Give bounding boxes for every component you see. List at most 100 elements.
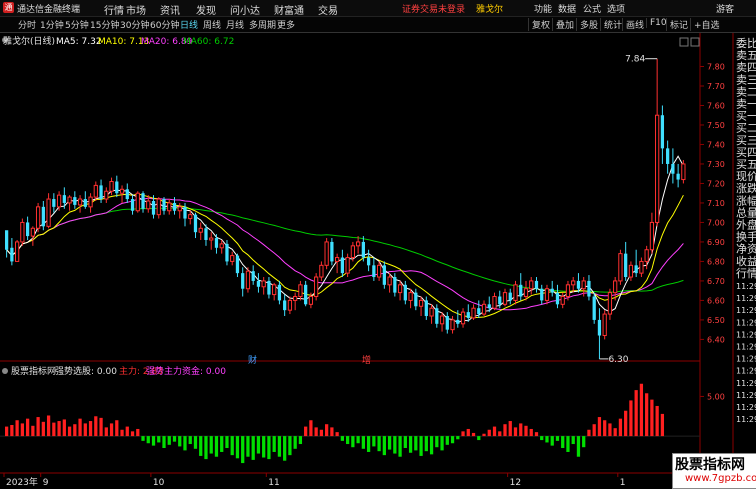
candle — [393, 273, 397, 297]
candle-body — [456, 319, 460, 324]
indicator-bar — [498, 431, 502, 437]
menu-market[interactable]: 市场 — [126, 2, 146, 17]
user-guest[interactable]: 游客 — [716, 2, 734, 15]
indicator-bar — [613, 428, 617, 437]
button-f10[interactable]: F10 — [646, 18, 667, 28]
period-weekly[interactable]: 周线 — [203, 18, 221, 31]
event-marker-increase[interactable]: 增 — [362, 354, 371, 366]
login-notice[interactable]: 证券交易未登录 — [402, 2, 465, 15]
candle-body — [607, 292, 613, 315]
candle-body — [314, 276, 319, 298]
indicator-bar — [650, 399, 654, 437]
button-overlay[interactable]: 叠加 — [552, 18, 574, 31]
candle-body — [387, 276, 392, 286]
candle-body — [534, 280, 539, 289]
candle-body — [540, 288, 544, 301]
candle — [408, 288, 413, 309]
button-adjust[interactable]: 复权 — [528, 18, 550, 31]
period-30min[interactable]: 30分钟 — [120, 18, 149, 31]
period-monthly[interactable]: 月线 — [226, 18, 244, 31]
period-multi[interactable]: 多周期 — [249, 18, 276, 31]
menu-quotes[interactable]: 行情 — [104, 2, 124, 17]
indicator-bar — [450, 436, 455, 444]
high-price-label: 7.84 — [625, 55, 645, 65]
candle — [372, 257, 376, 281]
menu-data[interactable]: 数据 — [558, 2, 576, 15]
indicator-bar — [576, 436, 581, 457]
indicator-bar — [345, 436, 350, 445]
kline-chart[interactable]: 雅戈尔(日线) MA5: 7.32 MA10: 7.13 MA20: 6.89 … — [0, 33, 756, 487]
button-add-watchlist[interactable]: +自选 — [690, 18, 720, 31]
period-daily[interactable]: 日线 — [180, 18, 198, 31]
period-timeshare[interactable]: 分时 — [18, 18, 36, 31]
candle-body — [429, 307, 434, 317]
candle-body — [241, 273, 245, 289]
menu-options[interactable]: 选项 — [607, 2, 625, 15]
candle — [10, 238, 14, 266]
candle-body — [649, 221, 655, 251]
candle — [602, 310, 607, 340]
indicator-bar — [25, 418, 30, 437]
indicator-bar — [639, 383, 644, 437]
button-stats[interactable]: 统计 — [600, 18, 622, 31]
button-multi-stock[interactable]: 多股 — [576, 18, 598, 31]
panel-time-label: 11:29 — [736, 306, 756, 315]
period-15min[interactable]: 15分钟 — [90, 18, 119, 31]
candle — [219, 239, 224, 254]
indicator-bar — [335, 432, 339, 437]
candle — [135, 191, 140, 213]
low-annotation: 6.30 — [599, 355, 629, 365]
indicator-bar — [125, 426, 129, 437]
watermark-url: www.7gpzb.com — [685, 473, 756, 484]
button-mark[interactable]: 标记 — [666, 18, 688, 31]
panel-time-label: 11:29 — [736, 367, 756, 376]
candle-body — [587, 280, 591, 297]
maximize-icon[interactable] — [679, 37, 689, 47]
price-tick-label: 7.10 — [707, 199, 725, 208]
indicator-bars — [0, 383, 700, 464]
candle-body — [324, 241, 329, 266]
menu-function[interactable]: 功能 — [534, 2, 552, 15]
candle-body — [99, 185, 103, 200]
candle-body — [235, 255, 240, 274]
candle-body — [376, 264, 382, 278]
indicator-bar — [372, 436, 376, 447]
event-marker-finance[interactable]: 财 — [248, 354, 257, 366]
menu-formula[interactable]: 公式 — [583, 2, 601, 15]
menu-wenxiaoda[interactable]: 问小达 — [230, 2, 260, 17]
menu-discover[interactable]: 发现 — [196, 2, 216, 17]
menu-news[interactable]: 资讯 — [160, 2, 180, 17]
candle-body — [529, 280, 534, 290]
panel-time-label: 11:29 — [736, 355, 756, 364]
period-60min[interactable]: 60分钟 — [150, 18, 179, 31]
candle-body — [366, 257, 371, 266]
indicator-bar — [555, 436, 560, 441]
indicator-bar — [94, 416, 98, 437]
price-tick-label: 6.90 — [707, 238, 725, 247]
indicator-bar — [288, 436, 292, 456]
candle-body — [498, 296, 502, 305]
period-1min[interactable]: 1分钟 — [40, 18, 64, 31]
period-more[interactable]: 更多 — [277, 18, 295, 31]
period-5min[interactable]: 5分钟 — [65, 18, 89, 31]
candle-body — [492, 296, 497, 309]
indicator-bar — [492, 426, 497, 437]
close-icon[interactable] — [690, 37, 700, 47]
menu-trade[interactable]: 交易 — [318, 2, 338, 17]
indicator-bar — [393, 436, 397, 454]
candle-body — [466, 312, 470, 318]
button-draw[interactable]: 画线 — [622, 18, 644, 31]
candle — [649, 212, 655, 254]
indicator-bar — [293, 436, 297, 449]
indicator-bar — [130, 431, 135, 437]
candle-body — [581, 280, 586, 290]
candle — [502, 288, 508, 307]
candle — [130, 195, 135, 215]
candle-body — [162, 199, 166, 211]
panel-field-label: 涨幅 — [736, 194, 756, 207]
indicator-settings-icon[interactable] — [2, 368, 8, 374]
candle — [188, 210, 193, 225]
menu-caifutong[interactable]: 财富通 — [274, 2, 304, 17]
candle-body — [77, 198, 83, 206]
candle — [209, 232, 214, 250]
